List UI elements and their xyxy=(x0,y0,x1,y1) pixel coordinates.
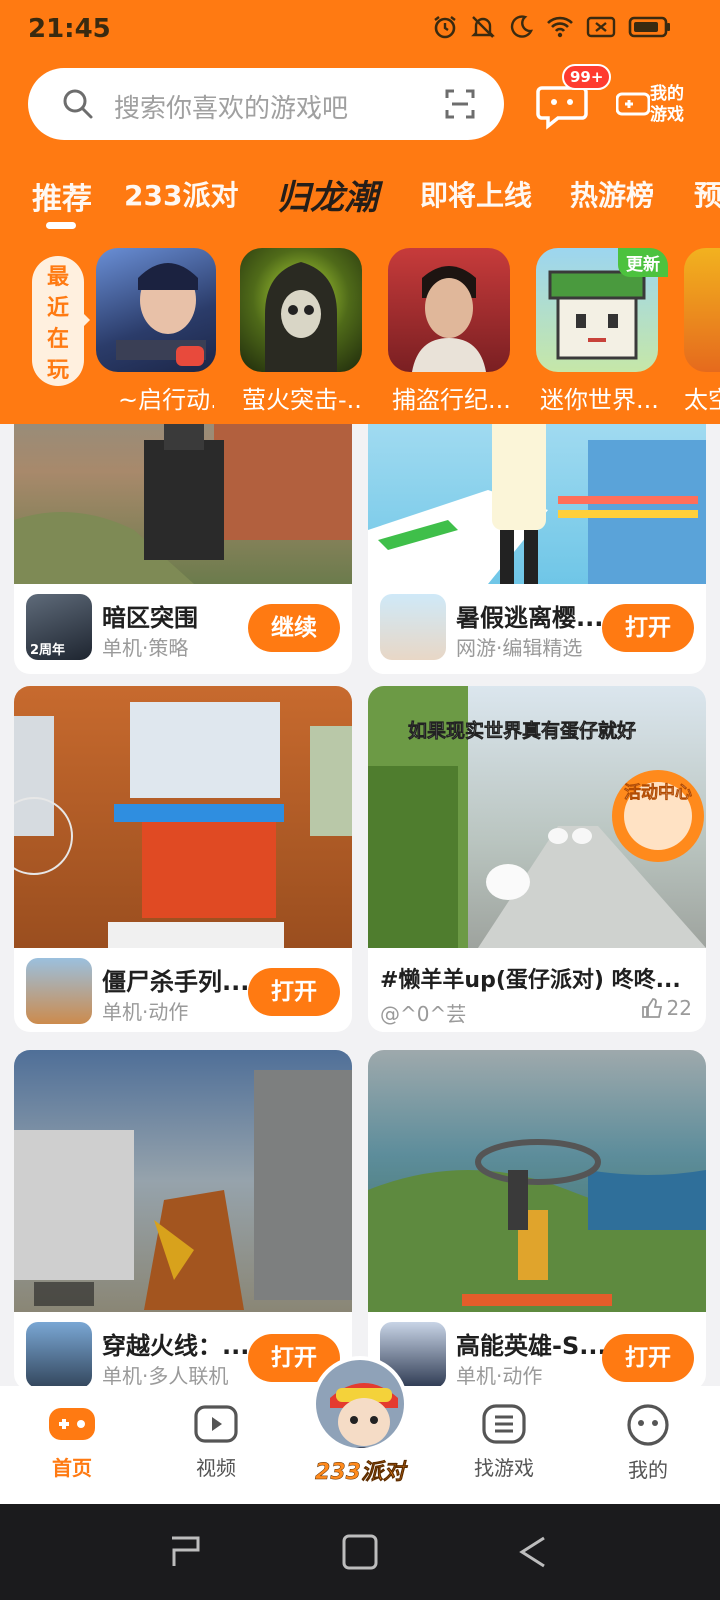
system-nav-bar xyxy=(0,1504,720,1600)
search-placeholder: 搜索你喜欢的游戏吧 xyxy=(114,94,349,124)
event-center-badge[interactable]: 活动中心 xyxy=(624,778,693,804)
recent-game-icon-1[interactable] xyxy=(96,248,216,372)
home-square-icon[interactable] xyxy=(340,1534,380,1570)
nav-find-games[interactable]: 找游戏 xyxy=(464,1404,544,1481)
open-button[interactable]: 打开 xyxy=(602,604,694,652)
nav-profile[interactable]: 我的 xyxy=(608,1404,688,1483)
game-card-image xyxy=(14,1050,352,1312)
header: 21:45 搜索你喜欢的游戏吧 99+ 我的游戏 推荐 233派对 归龙潮 即将… xyxy=(0,0,720,424)
my-games-label: 我的游戏 xyxy=(650,84,684,125)
battery-icon xyxy=(628,16,670,38)
game-card-image xyxy=(14,686,352,948)
game-thumb: 2周年 xyxy=(26,594,92,660)
status-bar: 21:45 xyxy=(0,0,720,58)
gamepad-icon xyxy=(616,92,650,116)
continue-button[interactable]: 继续 xyxy=(248,604,340,652)
game-card-image xyxy=(368,1050,706,1312)
game-card-1[interactable]: 2周年 暗区突围 单机·策略 继续 xyxy=(14,380,352,674)
nav-video[interactable]: 视频 xyxy=(176,1404,256,1481)
message-badge: 99+ xyxy=(562,64,612,90)
status-icons xyxy=(432,14,672,40)
recent-game-name-2: 萤火突击-... xyxy=(242,386,364,414)
status-time: 21:45 xyxy=(28,14,111,44)
recent-game-icon-5[interactable] xyxy=(684,248,720,372)
party-label: 233派对 xyxy=(315,1460,405,1486)
thumbs-up-icon xyxy=(641,998,662,1018)
likes-count: 22 xyxy=(666,996,692,1020)
search-icon xyxy=(63,89,93,119)
game-thumb xyxy=(26,958,92,1024)
game-card-5[interactable]: 穿越火线：... 单机·多人联机 打开 xyxy=(14,1050,352,1390)
mute-bell-icon xyxy=(471,16,495,38)
search-input[interactable]: 搜索你喜欢的游戏吧 xyxy=(28,68,504,140)
game-card-2[interactable]: 暑假逃离樱... 网游·编辑精选 打开 xyxy=(368,380,706,674)
party-avatar-button[interactable] xyxy=(312,1356,408,1452)
video-thumbnail: 如果现实世界真有蛋仔就好 活动中心 xyxy=(368,686,706,948)
recent-game-icon-2[interactable] xyxy=(240,248,362,372)
recent-game-name-4: 迷你世界... xyxy=(540,386,659,414)
game-title: 暗区突围 xyxy=(102,604,198,632)
game-subtitle: 单机·多人联机 xyxy=(102,1364,229,1388)
tab-hot-ranking[interactable]: 热游榜 xyxy=(570,174,654,214)
recent-arrow-icon xyxy=(82,312,90,328)
tab-233-party[interactable]: 233派对 xyxy=(124,174,238,214)
recent-played-label: 最近在玩 xyxy=(32,256,84,386)
alarm-icon xyxy=(434,16,456,39)
recent-game-name-3: 捕盗行纪... xyxy=(392,386,511,414)
game-subtitle: 单机·动作 xyxy=(456,1364,543,1388)
recent-game-name-1: ~启行动... xyxy=(118,386,214,414)
game-thumb xyxy=(26,1322,92,1388)
game-card-3[interactable]: 僵尸杀手列... 单机·动作 打开 xyxy=(14,686,352,1032)
moon-icon xyxy=(510,15,534,38)
wifi-icon xyxy=(547,16,573,38)
nav-home[interactable]: 首页 xyxy=(32,1404,112,1481)
category-tabs: 推荐 233派对 归龙潮 即将上线 热游榜 预 xyxy=(0,174,720,234)
video-overlay-text: 如果现实世界真有蛋仔就好 xyxy=(408,720,637,743)
profile-face-icon xyxy=(627,1404,669,1446)
home-gamepad-icon xyxy=(49,1408,95,1440)
tab-recommend[interactable]: 推荐 xyxy=(32,174,92,218)
open-button[interactable]: 打开 xyxy=(602,1334,694,1382)
tab-indicator xyxy=(46,222,76,229)
video-author: @^0^芸 xyxy=(380,1002,467,1026)
list-icon xyxy=(482,1404,526,1444)
game-title: 僵尸杀手列... xyxy=(102,968,250,996)
update-badge: 更新 xyxy=(618,248,668,277)
game-thumb xyxy=(380,594,446,660)
game-subtitle: 网游·编辑精选 xyxy=(456,636,583,660)
game-subtitle: 单机·动作 xyxy=(102,1000,189,1024)
tab-more[interactable]: 预 xyxy=(694,174,720,214)
recent-apps-icon[interactable] xyxy=(166,1534,206,1570)
game-card-6[interactable]: 高能英雄-S... 单机·动作 打开 xyxy=(368,1050,706,1390)
video-card[interactable]: 如果现实世界真有蛋仔就好 活动中心 #懒羊羊up(蛋仔派对) 咚咚... @^0… xyxy=(368,686,706,1032)
video-title: #懒羊羊up(蛋仔派对) 咚咚... xyxy=(380,968,681,993)
sim-off-icon xyxy=(586,16,616,38)
game-subtitle: 单机·策略 xyxy=(102,636,189,660)
back-icon[interactable] xyxy=(514,1534,554,1570)
game-title: 高能英雄-S... xyxy=(456,1332,607,1360)
video-play-icon xyxy=(194,1405,238,1443)
tab-guilongchao-logo[interactable]: 归龙潮 xyxy=(276,170,378,219)
recent-game-name-5: 太空 xyxy=(684,386,720,414)
scan-icon[interactable] xyxy=(444,88,476,120)
open-button[interactable]: 打开 xyxy=(248,968,340,1016)
game-title: 暑假逃离樱... xyxy=(456,604,604,632)
video-likes[interactable]: 22 xyxy=(641,996,692,1020)
tab-upcoming[interactable]: 即将上线 xyxy=(420,174,532,214)
my-games-button[interactable]: 我的游戏 xyxy=(616,80,696,132)
game-title: 穿越火线：... xyxy=(102,1332,250,1360)
recent-game-icon-3[interactable] xyxy=(388,248,510,372)
